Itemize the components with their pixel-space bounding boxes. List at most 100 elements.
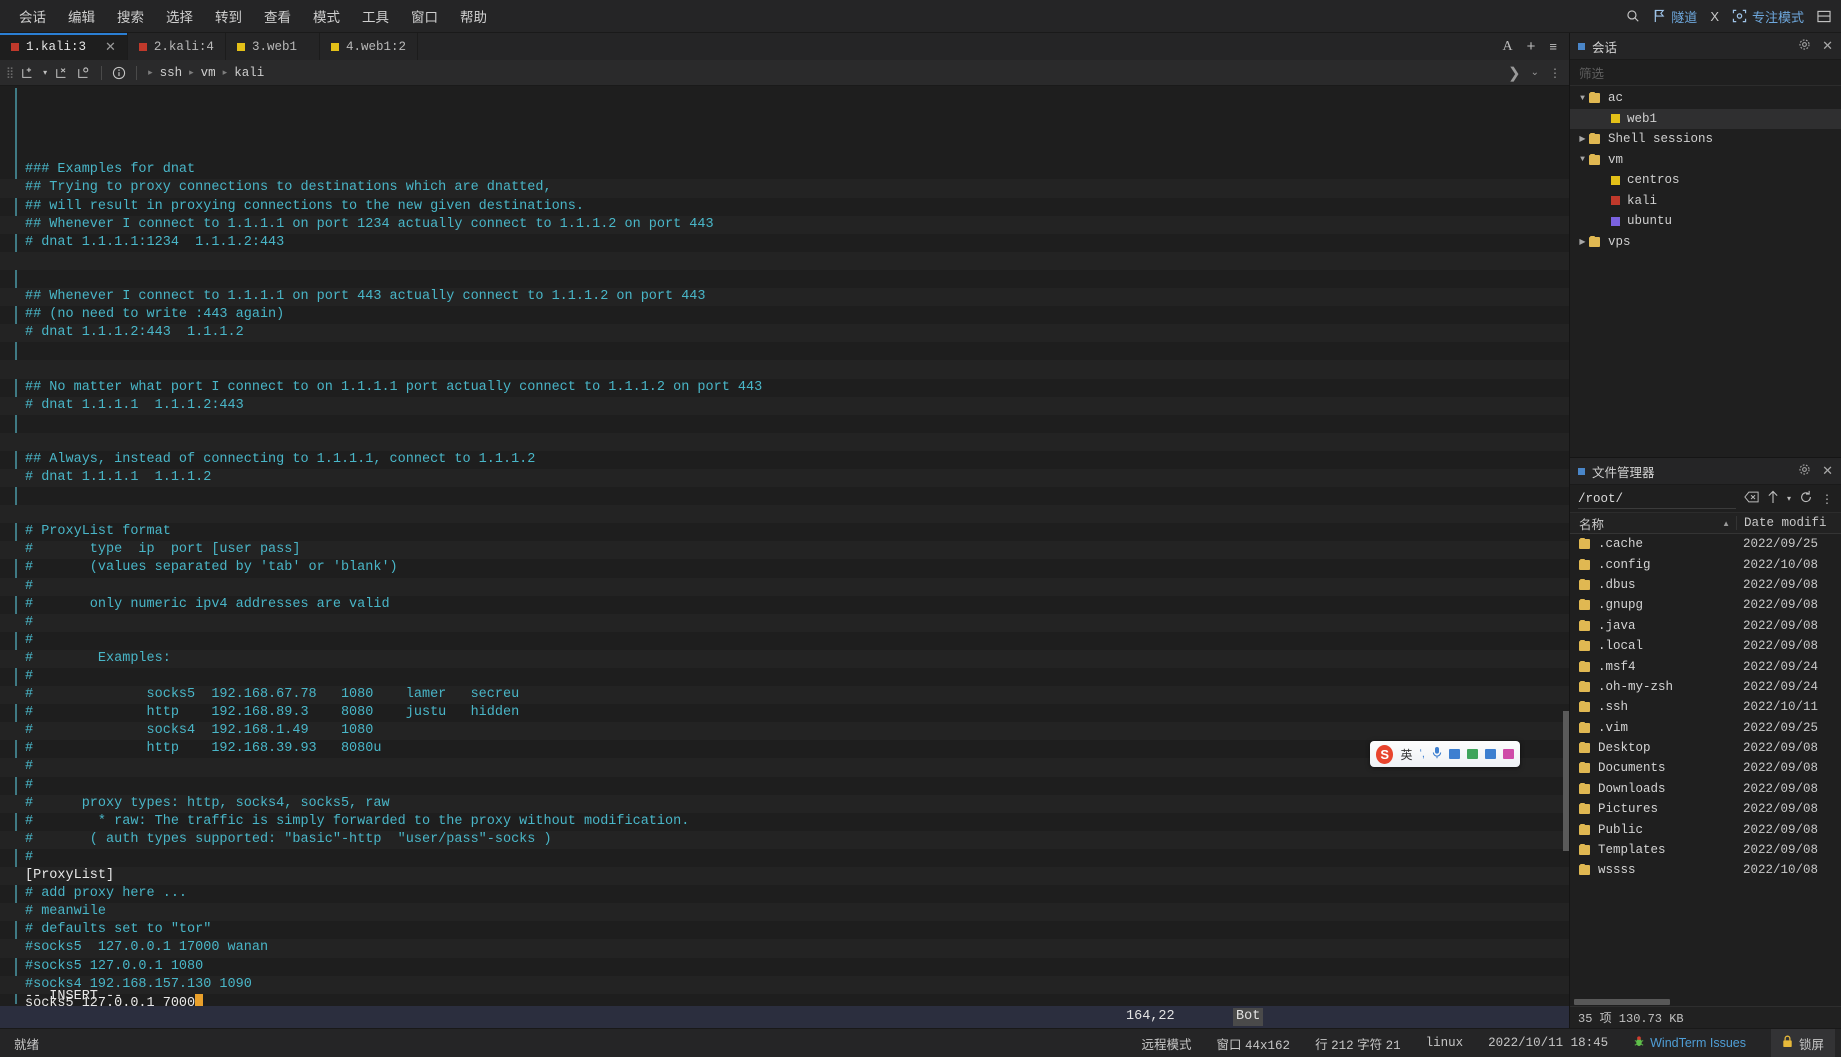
- session-tree-item-web1[interactable]: web1: [1570, 108, 1841, 129]
- tab-0[interactable]: 1.kali:3 ✕: [0, 33, 128, 60]
- folder-icon: [1579, 680, 1592, 693]
- file-row[interactable]: Public 2022/09/08: [1570, 819, 1841, 839]
- terminal-pane[interactable]: ### Examples for dnat ## Trying to proxy …: [0, 86, 1569, 1028]
- chevron-down-icon[interactable]: ▼: [1576, 94, 1589, 103]
- ime-logo-icon[interactable]: S: [1376, 744, 1394, 764]
- refresh-icon[interactable]: [1799, 490, 1813, 507]
- status-terminal-type[interactable]: linux: [1426, 1036, 1464, 1050]
- close-icon-2[interactable]: ✕: [1822, 463, 1833, 479]
- chevron-down-icon[interactable]: ▾: [39, 68, 51, 77]
- session-tree-item-centros[interactable]: centros: [1570, 170, 1841, 191]
- apps-icon[interactable]: [1484, 749, 1496, 759]
- breadcrumb-item-vm[interactable]: vm: [201, 66, 216, 80]
- chevron-down-icon-3[interactable]: ▾: [1787, 494, 1791, 503]
- ime-toolbar[interactable]: S 英 ʻ,: [1370, 741, 1520, 767]
- column-header-date[interactable]: Date modifi: [1736, 516, 1841, 530]
- status-cursor[interactable]: 行 212 字符 21: [1315, 1034, 1401, 1053]
- file-row[interactable]: .config 2022/10/08: [1570, 554, 1841, 574]
- menu-item-3[interactable]: 选择: [155, 2, 204, 30]
- session-tree-item-kali[interactable]: kali: [1570, 191, 1841, 212]
- file-list-hscrollbar[interactable]: [1574, 999, 1670, 1005]
- terminal-scrollbar[interactable]: [1563, 86, 1569, 1028]
- menu-item-0[interactable]: 会话: [8, 2, 57, 30]
- ime-mode-label[interactable]: 英: [1400, 746, 1412, 763]
- drag-handle-icon[interactable]: ⣿: [0, 66, 17, 79]
- path-input[interactable]: /root/: [1578, 489, 1736, 509]
- file-row[interactable]: Pictures 2022/09/08: [1570, 799, 1841, 819]
- menu-item-9[interactable]: 帮助: [449, 2, 498, 30]
- layout-button[interactable]: [1817, 10, 1831, 23]
- x-button[interactable]: X: [1710, 9, 1719, 24]
- breadcrumb-item-ssh[interactable]: ssh: [160, 66, 183, 80]
- chevron-right-icon[interactable]: ▶: [1576, 237, 1589, 247]
- session-tree-item-ac[interactable]: ▼ ac: [1570, 88, 1841, 109]
- backspace-icon[interactable]: [1744, 491, 1759, 506]
- status-remote-mode[interactable]: 远程模式: [1142, 1034, 1192, 1053]
- breadcrumb-item-kali[interactable]: kali: [234, 66, 264, 80]
- chevron-down-icon-2[interactable]: ⌄: [1531, 67, 1539, 78]
- close-session-icon[interactable]: [51, 66, 73, 80]
- search-button[interactable]: [1626, 9, 1640, 23]
- chevron-down-icon[interactable]: ▼: [1576, 155, 1589, 164]
- session-tree-item-vm[interactable]: ▼ vm: [1570, 150, 1841, 171]
- session-tree-item-ubuntu[interactable]: ubuntu: [1570, 211, 1841, 232]
- file-row[interactable]: Documents 2022/09/08: [1570, 758, 1841, 778]
- file-row[interactable]: wssss 2022/10/08: [1570, 860, 1841, 880]
- lock-screen-button[interactable]: 锁屏: [1770, 1028, 1835, 1057]
- status-window-size[interactable]: 窗口 44x162: [1217, 1034, 1291, 1053]
- file-list[interactable]: .cache 2022/09/25 .config 2022/10/08 .dbus 20…: [1570, 534, 1841, 1006]
- file-row[interactable]: .local 2022/09/08: [1570, 636, 1841, 656]
- file-row[interactable]: .msf4 2022/09/24: [1570, 656, 1841, 676]
- file-row[interactable]: .cache 2022/09/25: [1570, 534, 1841, 554]
- file-row[interactable]: .ssh 2022/10/11: [1570, 697, 1841, 717]
- punctuation-icon[interactable]: ʻ,: [1419, 748, 1425, 760]
- chevron-right-icon[interactable]: ❯: [1508, 64, 1521, 82]
- terminal-scrollbar-thumb[interactable]: [1563, 711, 1569, 851]
- menu-item-2[interactable]: 搜索: [106, 2, 155, 30]
- arrow-up-icon[interactable]: [1767, 490, 1779, 507]
- skin-icon[interactable]: [1503, 749, 1515, 759]
- toolbox-icon[interactable]: [1466, 749, 1478, 759]
- tunnel-button[interactable]: 隧道: [1653, 7, 1697, 26]
- file-row[interactable]: .dbus 2022/09/08: [1570, 575, 1841, 595]
- sessions-filter-input[interactable]: 筛选: [1570, 60, 1841, 86]
- focus-mode-button[interactable]: 专注模式: [1732, 7, 1804, 26]
- gear-icon-2[interactable]: [1798, 463, 1811, 479]
- new-session-icon[interactable]: [17, 66, 39, 80]
- file-row[interactable]: .gnupg 2022/09/08: [1570, 595, 1841, 615]
- info-icon[interactable]: [108, 66, 130, 80]
- terminal-text[interactable]: ### Examples for dnat ## Trying to proxy …: [0, 86, 1569, 1028]
- session-tree-item-shell-sessions[interactable]: ▶ Shell sessions: [1570, 129, 1841, 150]
- status-issues-link[interactable]: WindTerm Issues: [1633, 1035, 1746, 1051]
- folder-icon: [1579, 578, 1592, 591]
- duplicate-session-icon[interactable]: [73, 66, 95, 80]
- chevron-right-icon[interactable]: ▶: [1576, 134, 1589, 144]
- keyboard-icon[interactable]: [1448, 749, 1460, 759]
- file-row[interactable]: Desktop 2022/09/08: [1570, 738, 1841, 758]
- font-size-button[interactable]: A: [1503, 39, 1513, 55]
- session-tree-item-vps[interactable]: ▶ vps: [1570, 232, 1841, 253]
- column-header-name[interactable]: 名称 ▲: [1570, 514, 1736, 533]
- microphone-icon[interactable]: [1432, 746, 1442, 762]
- file-row[interactable]: Downloads 2022/09/08: [1570, 779, 1841, 799]
- tab-2[interactable]: 3.web1: [226, 33, 320, 60]
- file-row[interactable]: .java 2022/09/08: [1570, 616, 1841, 636]
- close-icon[interactable]: ✕: [1822, 38, 1833, 54]
- menu-item-1[interactable]: 编辑: [57, 2, 106, 30]
- menu-item-7[interactable]: 工具: [351, 2, 400, 30]
- more-vertical-icon-2[interactable]: ⋮: [1821, 492, 1833, 506]
- file-row[interactable]: .oh-my-zsh 2022/09/24: [1570, 677, 1841, 697]
- menu-item-8[interactable]: 窗口: [400, 2, 449, 30]
- menu-item-4[interactable]: 转到: [204, 2, 253, 30]
- gear-icon[interactable]: [1798, 38, 1811, 54]
- more-vertical-icon[interactable]: ⋮: [1549, 66, 1561, 80]
- new-tab-button[interactable]: +: [1527, 38, 1536, 55]
- tab-1[interactable]: 2.kali:4: [128, 33, 226, 60]
- tab-close-icon[interactable]: ✕: [105, 39, 116, 55]
- tab-3[interactable]: 4.web1:2: [320, 33, 418, 60]
- tab-menu-button[interactable]: ≡: [1549, 39, 1557, 54]
- file-row[interactable]: .vim 2022/09/25: [1570, 718, 1841, 738]
- file-row[interactable]: Templates 2022/09/08: [1570, 840, 1841, 860]
- menu-item-5[interactable]: 查看: [253, 2, 302, 30]
- menu-item-6[interactable]: 模式: [302, 2, 351, 30]
